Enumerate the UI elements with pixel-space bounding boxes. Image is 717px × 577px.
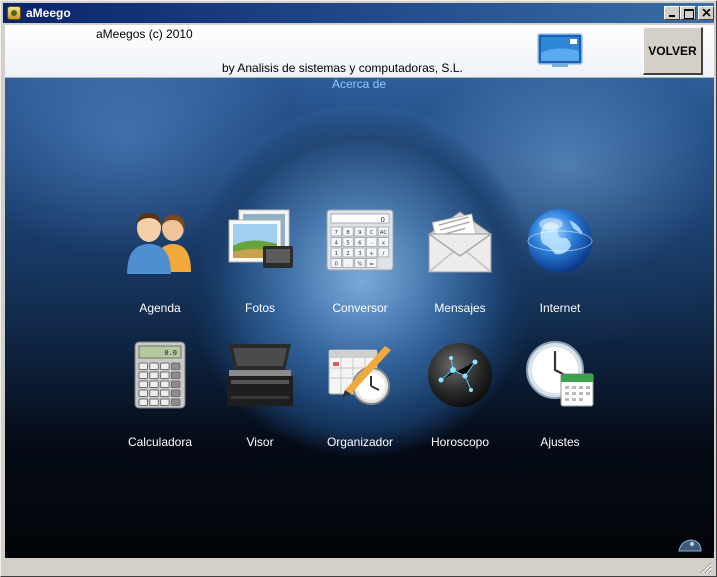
calculator-key [149,389,159,397]
resize-grip-icon[interactable] [700,562,712,574]
calculator-key [160,398,170,406]
app-label: Horoscopo [430,435,490,449]
app-logo-icon [7,6,21,20]
converter-key-label: 9 [358,230,362,236]
window-title: aMeego [26,6,71,20]
constellation-icon [428,343,492,407]
calculator-key [138,362,148,370]
calculator-key [170,389,181,397]
calculator-key [149,398,159,406]
app-label: Ajustes [540,435,580,449]
maximize-button[interactable] [680,6,696,20]
calculator-icon: 0.0 [134,341,186,409]
calculator-key [160,371,170,379]
clock-calendar-icon [526,341,594,407]
calculator-key [138,371,148,379]
application-window: aMeego aMeegos (c) 2010 by Analisis de s… [0,0,717,577]
desktop-screen-icon[interactable] [536,31,584,69]
main-desktop: aMeegos (c) 2010 by Analisis de sistemas… [5,25,714,558]
title-bar[interactable]: aMeego [3,3,714,23]
svg-text:0: 0 [381,216,385,224]
app-fotos[interactable]: Fotos [210,206,310,326]
calculator-key [138,398,148,406]
app-label: Fotos [244,301,275,315]
converter-key-label: 5 [346,240,350,246]
converter-key-label: C [370,230,374,236]
converter-key-label: AC [380,230,388,236]
app-calculadora[interactable]: 0.0 Calculadora [110,340,210,460]
envelope-icon [427,211,493,273]
app-agenda[interactable]: Agenda [110,206,210,326]
calculator-key [149,371,159,379]
scanner-icon [227,344,293,406]
converter-key-label: 3 [358,251,362,257]
calculator-key [170,371,181,379]
converter-key-label: % [357,261,362,267]
app-label: Organizador [326,435,394,449]
converter-key-label: 2 [346,251,350,257]
converter-key-label: 8 [346,230,350,236]
company-text: by Analisis de sistemas y computadoras, … [222,61,463,75]
calculator-key [149,362,159,370]
calculator-key [138,389,148,397]
app-horoscopo[interactable]: Horoscopo [410,340,510,460]
calculator-key [138,380,148,388]
app-label: Internet [539,301,581,315]
volver-button[interactable]: VOLVER [643,27,703,75]
app-label: Visor [246,435,274,449]
about-link[interactable]: Acerca de [332,77,386,91]
app-label: Mensajes [434,301,486,315]
converter-key-label: . [347,261,349,267]
header-panel: aMeegos (c) 2010 by Analisis de sistemas… [5,25,714,78]
converter-key-label: = [369,261,374,267]
status-bar [3,558,714,576]
corner-tray-icon[interactable] [677,535,703,553]
calculator-key [160,389,170,397]
converter-key-label: 0 [335,261,339,267]
app-label: Calculadora [127,435,193,449]
app-internet[interactable]: Internet [510,206,610,326]
app-label: Agenda [139,301,181,315]
calculator-key [160,380,170,388]
converter-key-label: 1 [335,251,339,257]
converter-key-label: 6 [358,240,362,246]
converter-key-label: / [383,251,385,257]
calculator-key [170,398,181,406]
svg-text:0.0: 0.0 [164,349,177,357]
app-ajustes[interactable]: Ajustes [510,340,610,460]
converter-key-label: 4 [335,240,339,246]
organizer-icon [328,346,391,405]
app-conversor[interactable]: 0 7 8 9 C AC 4 5 6- x 1 2 3 +/0.% = Conversor [310,206,410,326]
converter-calculator-icon: 0 7 8 9 C AC4 5 6- x1 2 3 +/0.% = [326,209,394,271]
minimize-button[interactable] [664,6,680,20]
app-visor[interactable]: Visor [210,340,310,460]
globe-icon [527,209,593,273]
app-mensajes[interactable]: Mensajes [410,206,510,326]
converter-key-label: 7 [335,230,339,236]
calculator-key [160,362,170,370]
copyright-text: aMeegos (c) 2010 [96,27,193,41]
close-button[interactable] [698,6,714,20]
photos-icon [228,209,293,268]
calculator-key [149,380,159,388]
converter-key-label: - [371,240,373,246]
contacts-icon [127,212,191,274]
converter-key-label: + [369,251,374,257]
app-organizador[interactable]: Organizador [310,340,410,460]
calculator-key [170,380,181,388]
calculator-key [170,362,181,370]
app-label: Conversor [332,301,388,315]
